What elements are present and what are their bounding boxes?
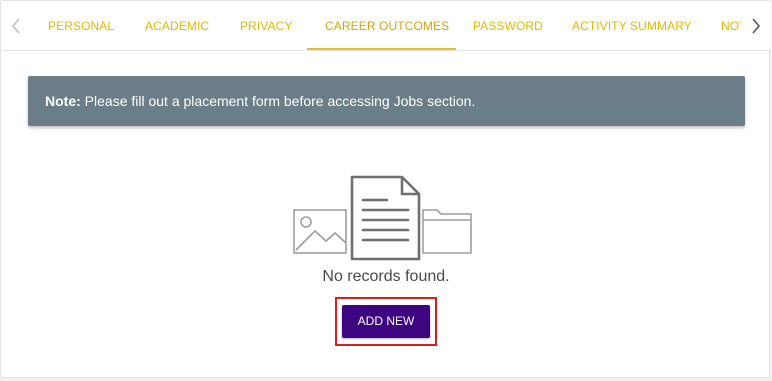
tab-career-outcomes[interactable]: CAREER OUTCOMES — [307, 1, 456, 50]
tab-bar: PERSONAL ACADEMIC PRIVACY CAREER OUTCOME… — [1, 1, 771, 51]
tab-personal[interactable]: PERSONAL — [48, 1, 114, 50]
tab-scroll-left-button[interactable] — [1, 1, 31, 50]
note-message: Please fill out a placement form before … — [80, 93, 476, 109]
chevron-right-icon — [752, 18, 761, 34]
no-records-message: No records found. — [322, 268, 450, 285]
empty-state-illustration — [293, 175, 472, 261]
note-prefix: Note: — [45, 93, 81, 109]
tab-privacy[interactable]: PRIVACY — [240, 1, 293, 50]
chevron-left-icon — [11, 18, 20, 34]
tab-notifications[interactable]: NOT — [721, 1, 741, 50]
tab-password[interactable]: PASSWORD — [473, 1, 543, 50]
tab-academic[interactable]: ACADEMIC — [145, 1, 209, 50]
document-icon — [350, 175, 421, 261]
tab-list: PERSONAL ACADEMIC PRIVACY CAREER OUTCOME… — [31, 1, 741, 50]
add-new-button[interactable]: ADD NEW — [342, 305, 430, 338]
image-icon — [293, 209, 347, 254]
tab-scroll-right-button[interactable] — [741, 1, 771, 50]
profile-card: PERSONAL ACADEMIC PRIVACY CAREER OUTCOME… — [0, 0, 771, 378]
placement-note-banner: Note: Please fill out a placement form b… — [28, 76, 745, 126]
folder-icon — [422, 209, 472, 254]
tab-activity-summary[interactable]: ACTIVITY SUMMARY — [572, 1, 692, 50]
